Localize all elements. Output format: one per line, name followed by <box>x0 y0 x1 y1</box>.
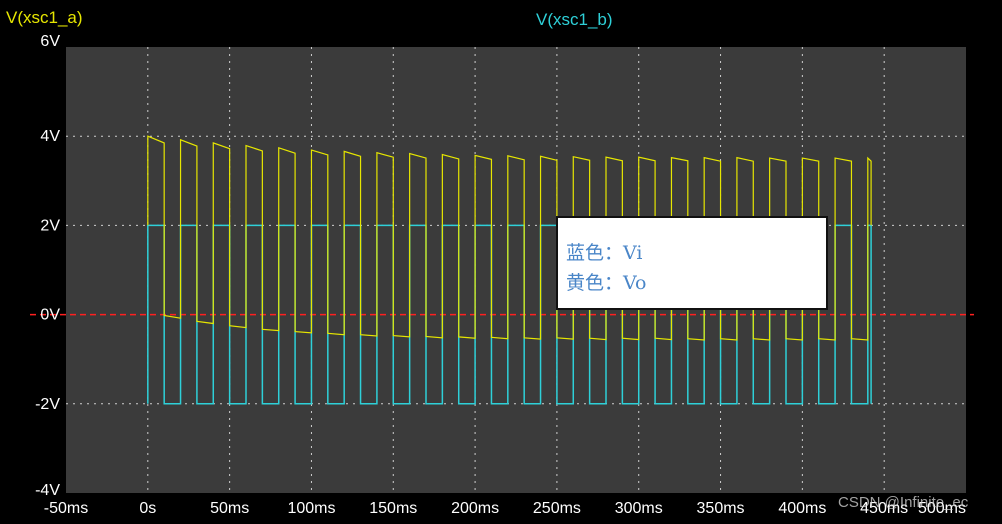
legend-vo-label: 黄色：Vo <box>566 272 647 294</box>
watermark: CSDN @Infinite_ec <box>838 494 969 511</box>
x-tick-label: 0s <box>139 500 156 517</box>
x-tick-label: 200ms <box>451 500 499 517</box>
x-tick-label: -50ms <box>44 500 88 517</box>
y-tick-label: 4V <box>40 128 60 145</box>
y-tick-label: 2V <box>40 217 60 234</box>
y-tick-labels: -4V -2V 0V 2V 4V 6V <box>35 33 60 499</box>
y-tick-label: 0V <box>40 307 60 324</box>
plot-area <box>66 47 966 493</box>
x-tick-label: 350ms <box>697 500 745 517</box>
x-tick-label: 300ms <box>615 500 663 517</box>
channel-b-label: V(xsc1_b) <box>536 10 613 29</box>
y-tick-label: -2V <box>35 396 60 413</box>
x-tick-label: 250ms <box>533 500 581 517</box>
x-tick-label: 100ms <box>287 500 335 517</box>
legend-vi-label: 蓝色：Vi <box>566 242 643 264</box>
x-tick-label: 150ms <box>369 500 417 517</box>
legend-box: 蓝色：Vi 黄色：Vo <box>556 216 828 310</box>
x-tick-label: 400ms <box>778 500 826 517</box>
x-tick-label: 50ms <box>210 500 249 517</box>
channel-a-label: V(xsc1_a) <box>6 8 83 27</box>
y-tick-label: 6V <box>40 33 60 50</box>
oscilloscope-plot: -4V -2V 0V 2V 4V 6V -50ms 0s 50ms 100ms 150ms 200m… <box>30 33 974 517</box>
y-tick-label: -4V <box>35 482 60 499</box>
x-tick-labels: -50ms 0s 50ms 100ms 150ms 200ms 250ms 300ms 350m… <box>44 500 966 517</box>
